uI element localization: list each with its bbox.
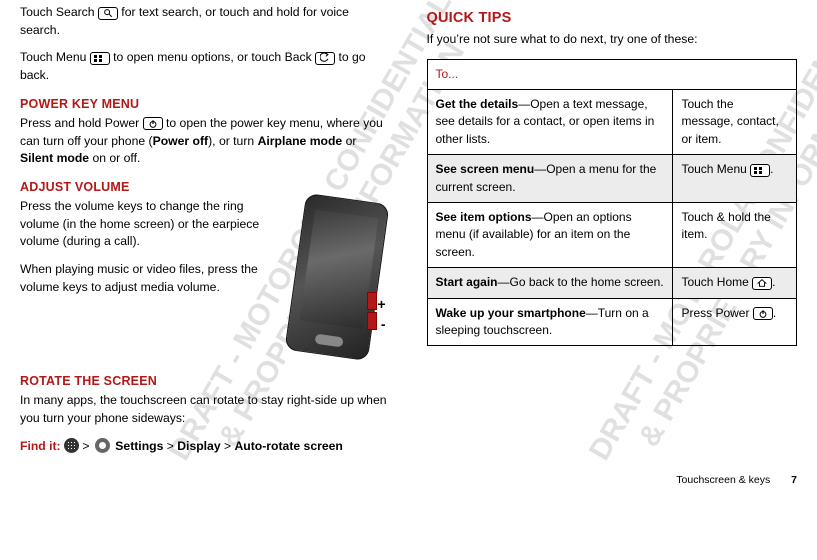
minus-label: - xyxy=(381,314,386,334)
cell-left: See item options—Open an options menu (i… xyxy=(427,203,673,268)
text-bold: See screen menu xyxy=(436,162,535,176)
volume-down-key: - xyxy=(367,312,377,330)
power-key-icon xyxy=(143,117,163,130)
apps-icon xyxy=(64,438,79,453)
page-footer: Touchscreen & keys 7 xyxy=(20,473,797,488)
find-it-path: Find it: > Settings > Display > Auto-rot… xyxy=(20,438,391,456)
text: Touch Menu xyxy=(20,50,90,64)
settings-gear-icon xyxy=(95,438,110,453)
volume-up-key: + xyxy=(367,292,377,310)
menu-key-icon xyxy=(90,52,110,65)
cell-right: Touch Menu . xyxy=(673,155,797,203)
heading-rotate-screen: Rotate the screen xyxy=(20,372,391,390)
text: . xyxy=(770,162,773,176)
path-display: Display xyxy=(177,439,220,453)
footer-section: Touchscreen & keys xyxy=(676,474,770,486)
footer-page-number: 7 xyxy=(791,474,797,486)
cell-right: Touch the message, contact, or item. xyxy=(673,90,797,155)
table-header-to: To... xyxy=(427,59,797,89)
table-row: Wake up your smartphone—Turn on a sleepi… xyxy=(427,298,797,346)
cell-left: Get the details—Open a text message, see… xyxy=(427,90,673,155)
table-row: See screen menu—Open a menu for the curr… xyxy=(427,155,797,203)
cell-left: Start again—Go back to the home screen. xyxy=(427,268,673,298)
paragraph-rotate: In many apps, the touchscreen can rotate… xyxy=(20,392,391,427)
quick-tips-intro: If you’re not sure what to do next, try … xyxy=(427,31,798,49)
path-auto-rotate: Auto-rotate screen xyxy=(235,439,343,453)
phone-nav-button xyxy=(314,334,343,348)
table-row: Get the details—Open a text message, see… xyxy=(427,90,797,155)
cell-right: Touch & hold the item. xyxy=(673,203,797,268)
text: to open menu options, or touch Back xyxy=(110,50,315,64)
text-bold: Start again xyxy=(436,275,498,289)
text-bold: Airplane mode xyxy=(258,134,343,148)
text: ), or turn xyxy=(208,134,257,148)
text: Press and hold Power xyxy=(20,116,143,130)
cell-left: See screen menu—Open a menu for the curr… xyxy=(427,155,673,203)
path-settings: Settings xyxy=(115,439,163,453)
quick-tips-table: To... Get the details—Open a text messag… xyxy=(427,59,798,347)
cell-left: Wake up your smartphone—Turn on a sleepi… xyxy=(427,298,673,346)
cell-right: Touch Home . xyxy=(673,268,797,298)
home-key-icon xyxy=(752,277,772,290)
table-row: Start again—Go back to the home screen. … xyxy=(427,268,797,298)
cell-right: Press Power . xyxy=(673,298,797,346)
power-key-icon xyxy=(753,307,773,320)
text: . xyxy=(772,275,775,289)
text-bold: Power off xyxy=(153,134,209,148)
back-key-icon xyxy=(315,52,335,65)
right-column: Quick tips If you’re not sure what to do… xyxy=(427,4,798,465)
text-bold: Silent mode xyxy=(20,151,89,165)
search-key-icon xyxy=(98,7,118,20)
text: —Go back to the home screen. xyxy=(498,275,664,289)
text: or xyxy=(342,134,356,148)
plus-label: + xyxy=(377,294,385,314)
volume-keys-callout: + - xyxy=(367,292,385,336)
paragraph-menu-back: Touch Menu to open menu options, or touc… xyxy=(20,49,391,84)
left-column: Touch Search for text search, or touch a… xyxy=(20,4,391,465)
text-bold: Wake up your smartphone xyxy=(436,306,586,320)
find-it-label: Find it: xyxy=(20,439,61,453)
text-bold: Get the details xyxy=(436,97,519,111)
paragraph-power: Press and hold Power to open the power k… xyxy=(20,115,391,168)
paragraph-search: Touch Search for text search, or touch a… xyxy=(20,4,391,39)
text: Touch Search xyxy=(20,5,98,19)
heading-power-key-menu: Power key menu xyxy=(20,95,391,113)
heading-adjust-volume: Adjust volume xyxy=(20,178,391,196)
menu-key-icon xyxy=(750,164,770,177)
table-row: See item options—Open an options menu (i… xyxy=(427,203,797,268)
text: . xyxy=(773,306,776,320)
text-bold: See item options xyxy=(436,210,532,224)
text: Touch Home xyxy=(681,275,752,289)
phone-illustration: + - xyxy=(281,198,391,368)
text: on or off. xyxy=(89,151,140,165)
text: Press Power xyxy=(681,306,752,320)
heading-quick-tips: Quick tips xyxy=(427,8,798,29)
text: Touch Menu xyxy=(681,162,750,176)
